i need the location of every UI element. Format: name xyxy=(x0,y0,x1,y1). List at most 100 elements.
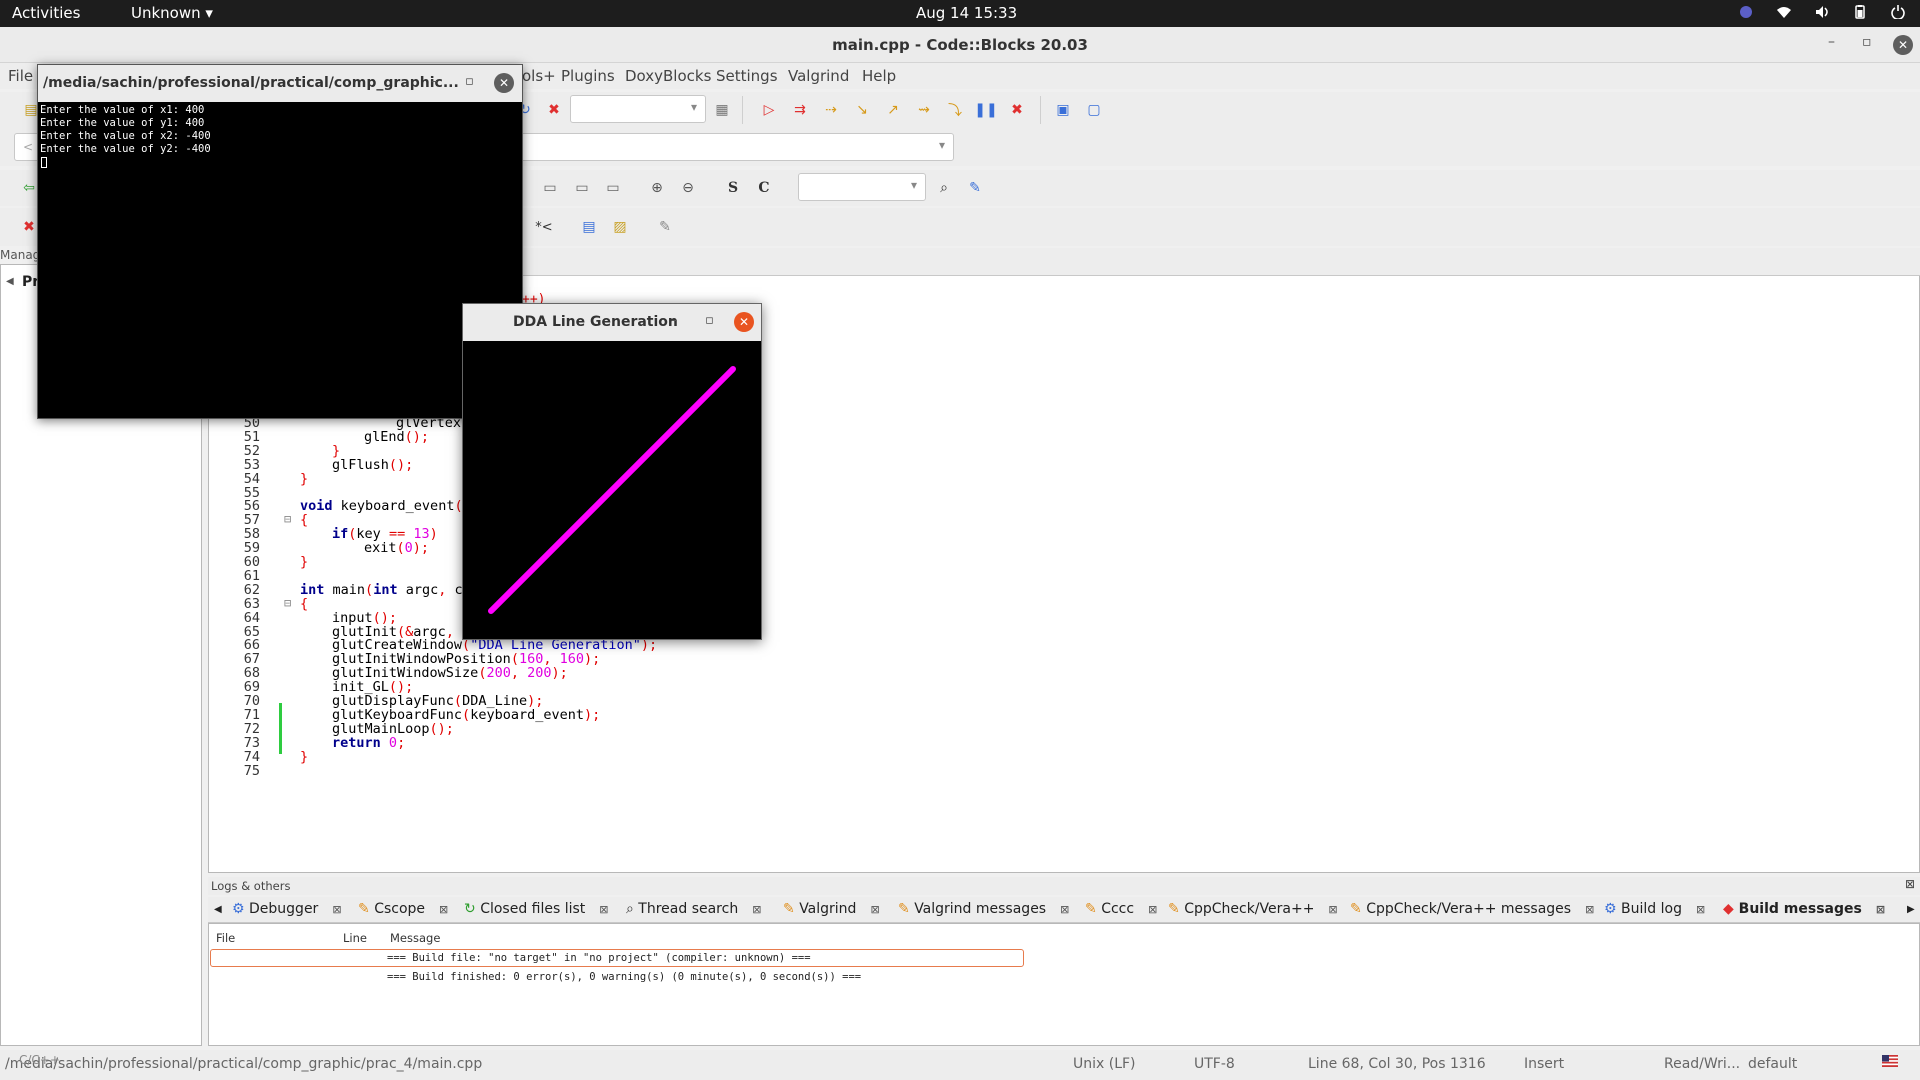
menu-plugins[interactable]: Plugins xyxy=(561,67,615,85)
activities-button[interactable]: Activities xyxy=(12,4,80,22)
tab-cscope[interactable]: ✎ Cscope ⊠ xyxy=(358,901,448,917)
tag-button[interactable]: *< xyxy=(533,216,555,238)
toggle-comment-icon[interactable]: ▭ xyxy=(602,177,624,199)
tab-scroll-right-icon[interactable]: ▶ xyxy=(1907,904,1915,915)
tab-scroll-left-icon[interactable]: ◀ xyxy=(214,904,222,915)
step-instruction-icon[interactable]: ⤵ xyxy=(944,99,966,121)
debug-windows-icon[interactable]: ▣ xyxy=(1052,99,1074,121)
tab-cccc[interactable]: ✎ Cccc ⊠ xyxy=(1085,901,1157,917)
close-icon[interactable]: ⊠ xyxy=(1328,903,1337,916)
zoom-in-icon[interactable]: ⊕ xyxy=(646,177,668,199)
tab-build-messages[interactable]: ◆ Build messages ⊠ xyxy=(1723,901,1885,917)
tab-label: Build messages xyxy=(1738,901,1862,917)
c-button[interactable]: C xyxy=(753,177,775,199)
next-line-icon[interactable]: ⇢ xyxy=(820,99,842,121)
menu-help[interactable]: Help xyxy=(862,67,896,85)
close-icon[interactable]: ⊠ xyxy=(870,903,879,916)
close-icon[interactable]: ⊠ xyxy=(1696,903,1705,916)
minimize-button[interactable]: – xyxy=(431,74,438,89)
wifi-icon[interactable] xyxy=(1776,5,1792,19)
maximize-button[interactable]: ▫ xyxy=(1862,34,1872,50)
doxywizard-icon[interactable]: ▤ xyxy=(578,216,600,238)
close-icon[interactable]: ⊠ xyxy=(332,903,341,916)
step-into-icon[interactable]: ↘ xyxy=(851,99,873,121)
pause-icon[interactable]: ❚❚ xyxy=(974,99,997,121)
us-flag-icon[interactable] xyxy=(1882,1055,1898,1071)
column-header-message[interactable]: Message xyxy=(390,931,440,945)
close-icon[interactable]: ⊠ xyxy=(439,903,448,916)
gl-window-titlebar[interactable]: DDA Line Generation – ▫ ✕ xyxy=(463,304,761,341)
close-icon[interactable]: ⊠ xyxy=(1060,903,1069,916)
run-to-cursor-icon[interactable]: ⇉ xyxy=(789,99,811,121)
main-window-titlebar[interactable]: main.cpp - Code::Blocks 20.03 – ▫ ✕ xyxy=(0,27,1920,63)
next-instruction-icon[interactable]: ⇝ xyxy=(913,99,935,121)
terminal-window[interactable]: /media/sachin/professional/practical/com… xyxy=(37,64,523,419)
terminal-titlebar[interactable]: /media/sachin/professional/practical/com… xyxy=(38,65,522,102)
tab-closed-files[interactable]: ↻ Closed files list ⊠ xyxy=(464,901,609,917)
column-header-file[interactable]: File xyxy=(216,931,235,945)
power-icon[interactable] xyxy=(1890,5,1906,19)
volume-icon[interactable] xyxy=(1814,5,1830,19)
menu-file[interactable]: File xyxy=(8,67,33,85)
maximize-button[interactable]: ▫ xyxy=(705,313,714,328)
menu-tools-plus[interactable]: ols+ xyxy=(522,67,556,85)
teams-icon[interactable] xyxy=(1738,5,1754,19)
close-icon[interactable]: ⊠ xyxy=(1148,903,1157,916)
build-messages-list[interactable] xyxy=(208,923,1920,1046)
build-message-row[interactable]: === Build file: "no target" in "no proje… xyxy=(387,952,811,964)
maximize-button[interactable]: ▫ xyxy=(465,74,474,89)
uncomment-icon[interactable]: ▭ xyxy=(571,177,593,199)
stop-debug-icon[interactable]: ✖ xyxy=(1006,99,1028,121)
gl-output-window[interactable]: DDA Line Generation – ▫ ✕ xyxy=(462,303,762,640)
doxy-config-icon[interactable]: ✎ xyxy=(654,216,676,238)
close-icon[interactable]: ⊠ xyxy=(1905,877,1915,891)
search-icon[interactable]: ⌕ xyxy=(933,177,955,199)
tab-cppcheck[interactable]: ✎ CppCheck/Vera++ ⊠ xyxy=(1168,901,1338,917)
minimize-button[interactable]: – xyxy=(671,313,678,328)
block-comment-icon[interactable]: ▭ xyxy=(539,177,561,199)
close-icon[interactable]: ⊠ xyxy=(1876,903,1885,916)
build-message-row[interactable]: === Build finished: 0 error(s), 0 warnin… xyxy=(387,971,861,983)
fold-toggle-icon[interactable]: ⊟ xyxy=(284,596,291,610)
close-icon[interactable]: ⊠ xyxy=(1585,903,1594,916)
column-header-line[interactable]: Line xyxy=(343,931,367,945)
code-text: void keyboard_event( xyxy=(300,498,463,515)
search-combo[interactable] xyxy=(798,173,926,201)
tab-debugger[interactable]: ⚙ Debugger ⊠ xyxy=(232,901,342,917)
status-file-path: /media/sachin/professional/practical/com… xyxy=(5,1056,483,1072)
zoom-out-icon[interactable]: ⊖ xyxy=(677,177,699,199)
tab-valgrind-messages[interactable]: ✎ Valgrind messages ⊠ xyxy=(898,901,1069,917)
replace-icon[interactable]: ✎ xyxy=(964,177,986,199)
close-button[interactable]: ✕ xyxy=(734,312,754,332)
tab-thread-search[interactable]: ⌕ Thread search ⊠ xyxy=(626,901,761,917)
target-options-icon[interactable]: ▦ xyxy=(711,99,733,121)
close-icon[interactable]: ⊠ xyxy=(599,903,608,916)
extract-docs-icon[interactable]: ▨ xyxy=(609,216,631,238)
tab-valgrind[interactable]: ✎ Valgrind ⊠ xyxy=(783,901,880,917)
app-menu[interactable]: Unknown xyxy=(131,4,213,22)
clock[interactable]: Aug 14 15:33 xyxy=(916,4,1017,22)
menu-doxyblocks[interactable]: DoxyBlocks xyxy=(625,67,711,85)
info-icon[interactable]: ▢ xyxy=(1083,99,1105,121)
close-icon[interactable]: ⊠ xyxy=(752,903,761,916)
close-button[interactable]: ✕ xyxy=(1893,35,1913,55)
build-target-combo[interactable] xyxy=(570,95,706,123)
gl-canvas[interactable] xyxy=(463,341,761,639)
minimize-button[interactable]: – xyxy=(1828,34,1835,50)
fold-toggle-icon[interactable]: ⊟ xyxy=(284,512,291,526)
menu-settings[interactable]: Settings xyxy=(716,67,778,85)
close-button[interactable]: ✕ xyxy=(494,73,514,93)
page-icon: ✎ xyxy=(898,901,910,917)
battery-icon[interactable] xyxy=(1852,5,1868,19)
s-button[interactable]: S xyxy=(722,177,744,199)
abort-icon[interactable]: ✖ xyxy=(543,99,565,121)
tab-scroll-left-icon[interactable]: ◀ xyxy=(6,276,14,287)
menu-valgrind[interactable]: Valgrind xyxy=(788,67,849,85)
search-icon: ⌕ xyxy=(626,901,634,917)
system-tray[interactable] xyxy=(1738,5,1906,19)
tab-cppcheck-messages[interactable]: ✎ CppCheck/Vera++ messages ⊠ xyxy=(1350,901,1594,917)
step-out-icon[interactable]: ↗ xyxy=(882,99,904,121)
debug-run-icon[interactable]: ▷ xyxy=(758,99,780,121)
tab-build-log[interactable]: ⚙ Build log ⊠ xyxy=(1604,901,1705,917)
scope-combo-hint: < xyxy=(23,140,34,154)
